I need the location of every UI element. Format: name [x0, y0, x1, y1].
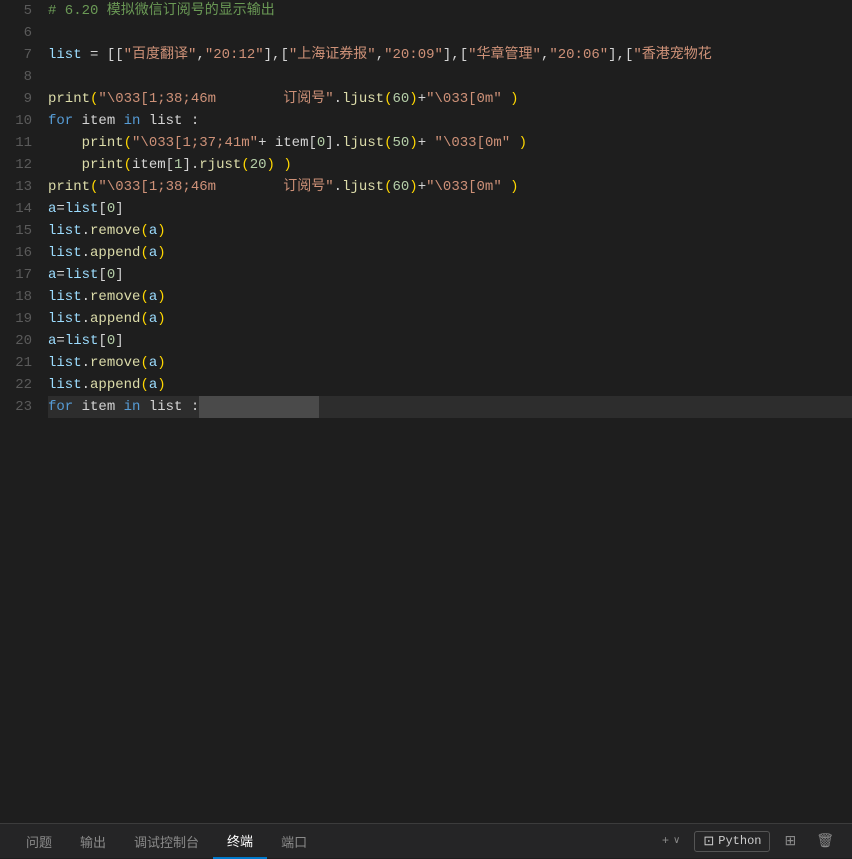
terminal-type-button[interactable]: ⊡ Python: [694, 831, 770, 852]
code-line-17: a=list[0]: [48, 264, 852, 286]
split-icon: ⊞: [784, 833, 796, 850]
code-line-21: list.remove(a): [48, 352, 852, 374]
editor-area: 5 6 7 8 9 10 11 12 13 14 15 16 17 18 19 …: [0, 0, 852, 823]
terminal-type-label: Python: [718, 834, 761, 848]
line-numbers: 5 6 7 8 9 10 11 12 13 14 15 16 17 18 19 …: [0, 0, 40, 823]
split-terminal-button[interactable]: ⊞: [778, 831, 802, 852]
code-line-20: a=list[0]: [48, 330, 852, 352]
code-editor[interactable]: # 6.20 模拟微信订阅号的显示输出 list = [["百度翻译","20:…: [40, 0, 852, 823]
code-line-13: print("\033[1;38;46m 订阅号".ljust(60)+"\03…: [48, 176, 852, 198]
code-line-8: [48, 66, 852, 88]
tab-ports[interactable]: 端口: [267, 824, 321, 859]
code-line-18: list.remove(a): [48, 286, 852, 308]
tab-terminal[interactable]: 终端: [213, 824, 267, 859]
tab-debug-console[interactable]: 调试控制台: [120, 824, 213, 859]
code-line-23: for item in list :: [48, 396, 852, 418]
plus-icon: +: [662, 834, 669, 848]
code-line-12: print(item[1].rjust(20) ): [48, 154, 852, 176]
tab-output[interactable]: 输出: [66, 824, 120, 859]
code-container: 5 6 7 8 9 10 11 12 13 14 15 16 17 18 19 …: [0, 0, 852, 823]
terminal-icon: ⊡: [703, 834, 714, 849]
code-line-16: list.append(a): [48, 242, 852, 264]
kill-terminal-button[interactable]: 🗑: [810, 831, 840, 852]
code-line-19: list.append(a): [48, 308, 852, 330]
chevron-down-icon: ∨: [673, 835, 680, 847]
tab-bar-right: + ∨ ⊡ Python ⊞ 🗑: [656, 831, 840, 852]
code-line-22: list.append(a): [48, 374, 852, 396]
tab-bar: 问题 输出 调试控制台 终端 端口 + ∨ ⊡ Python ⊞ 🗑: [0, 823, 852, 858]
trash-icon: 🗑: [816, 833, 834, 850]
code-line-5: # 6.20 模拟微信订阅号的显示输出: [48, 0, 852, 22]
code-line-14: a=list[0]: [48, 198, 852, 220]
code-line-11: print("\033[1;37;41m"+ item[0].ljust(50)…: [48, 132, 852, 154]
tab-problems[interactable]: 问题: [12, 824, 66, 859]
code-line-10: for item in list :: [48, 110, 852, 132]
code-line-6: [48, 22, 852, 44]
new-terminal-button[interactable]: + ∨: [656, 832, 687, 850]
code-line-7: list = [["百度翻译","20:12"],["上海证券报","20:09…: [48, 44, 852, 66]
code-line-9: print("\033[1;38;46m 订阅号".ljust(60)+"\03…: [48, 88, 852, 110]
code-line-15: list.remove(a): [48, 220, 852, 242]
